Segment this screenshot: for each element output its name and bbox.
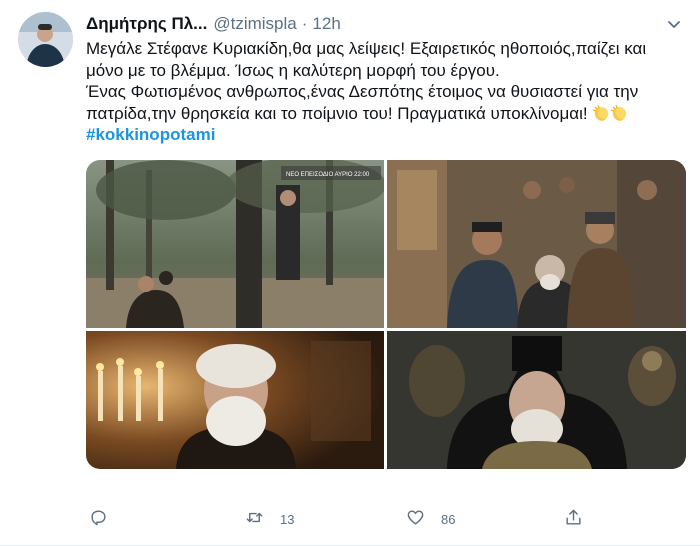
heart-icon — [406, 508, 425, 530]
like-count: 86 — [441, 511, 456, 527]
media-overlay-text: ΝΕΟ ΕΠΕΙΣΟΔΙΟ ΑΥΡΙΟ 22:00 — [286, 172, 370, 178]
clapping-hands-emoji — [592, 104, 610, 122]
clapping-hands-emoji — [610, 104, 628, 122]
tweet-header: Δημήτρης Πλ... @tzimispla · 12h — [86, 12, 660, 36]
share-button[interactable] — [564, 508, 583, 530]
tweet-actions: 13 86 — [86, 508, 686, 534]
retweet-count: 13 — [280, 511, 295, 527]
tweet[interactable]: Δημήτρης Πλ... @tzimispla · 12h Μεγάλε Σ… — [0, 0, 700, 546]
media-photo-forest[interactable]: ΝΕΟ ΕΠΕΙΣΟΔΙΟ ΑΥΡΙΟ 22:00 — [86, 160, 384, 328]
share-icon — [564, 508, 583, 530]
separator-dot: · — [301, 14, 308, 33]
tweet-text-line: Μεγάλε Στέφανε Κυριακίδη,θα μας λείψεις!… — [86, 39, 647, 58]
tweet-text-line: Ένας Φωτισμένος ανθρωπος,ένας Δεσπότης έ… — [86, 82, 639, 101]
media-photo-candles[interactable] — [86, 331, 384, 469]
retweet-icon — [245, 508, 264, 530]
like-button[interactable]: 86 — [406, 508, 455, 530]
timestamp[interactable]: 12h — [312, 14, 340, 34]
author-name[interactable]: Δημήτρης Πλ... — [86, 14, 207, 34]
tweet-text: Μεγάλε Στέφανε Κυριακίδη,θα μας λείψεις!… — [86, 38, 686, 146]
tweet-text-line-with-emoji: πατρίδα,την θρησκεία και το ποίμνιο του!… — [86, 103, 686, 125]
media-grid: ΝΕΟ ΕΠΕΙΣΟΔΙΟ ΑΥΡΙΟ 22:00 — [86, 160, 686, 469]
author-handle[interactable]: @tzimispla — [213, 14, 296, 34]
chevron-down-icon[interactable] — [664, 14, 684, 34]
tweet-text-line: μόνο με το βλέμμα. Ίσως η καλύτερη μορφή… — [86, 60, 500, 80]
hashtag-link[interactable]: #kokkinopotami — [86, 124, 686, 146]
avatar[interactable] — [18, 12, 73, 67]
media-photo-crowd[interactable] — [387, 160, 686, 328]
media-photo-bishop[interactable] — [387, 331, 686, 469]
reply-button[interactable] — [89, 508, 108, 530]
tweet-text-line: πατρίδα,την θρησκεία και το ποίμνιο του!… — [86, 103, 588, 123]
retweet-button[interactable]: 13 — [245, 508, 294, 530]
reply-icon — [89, 508, 108, 530]
